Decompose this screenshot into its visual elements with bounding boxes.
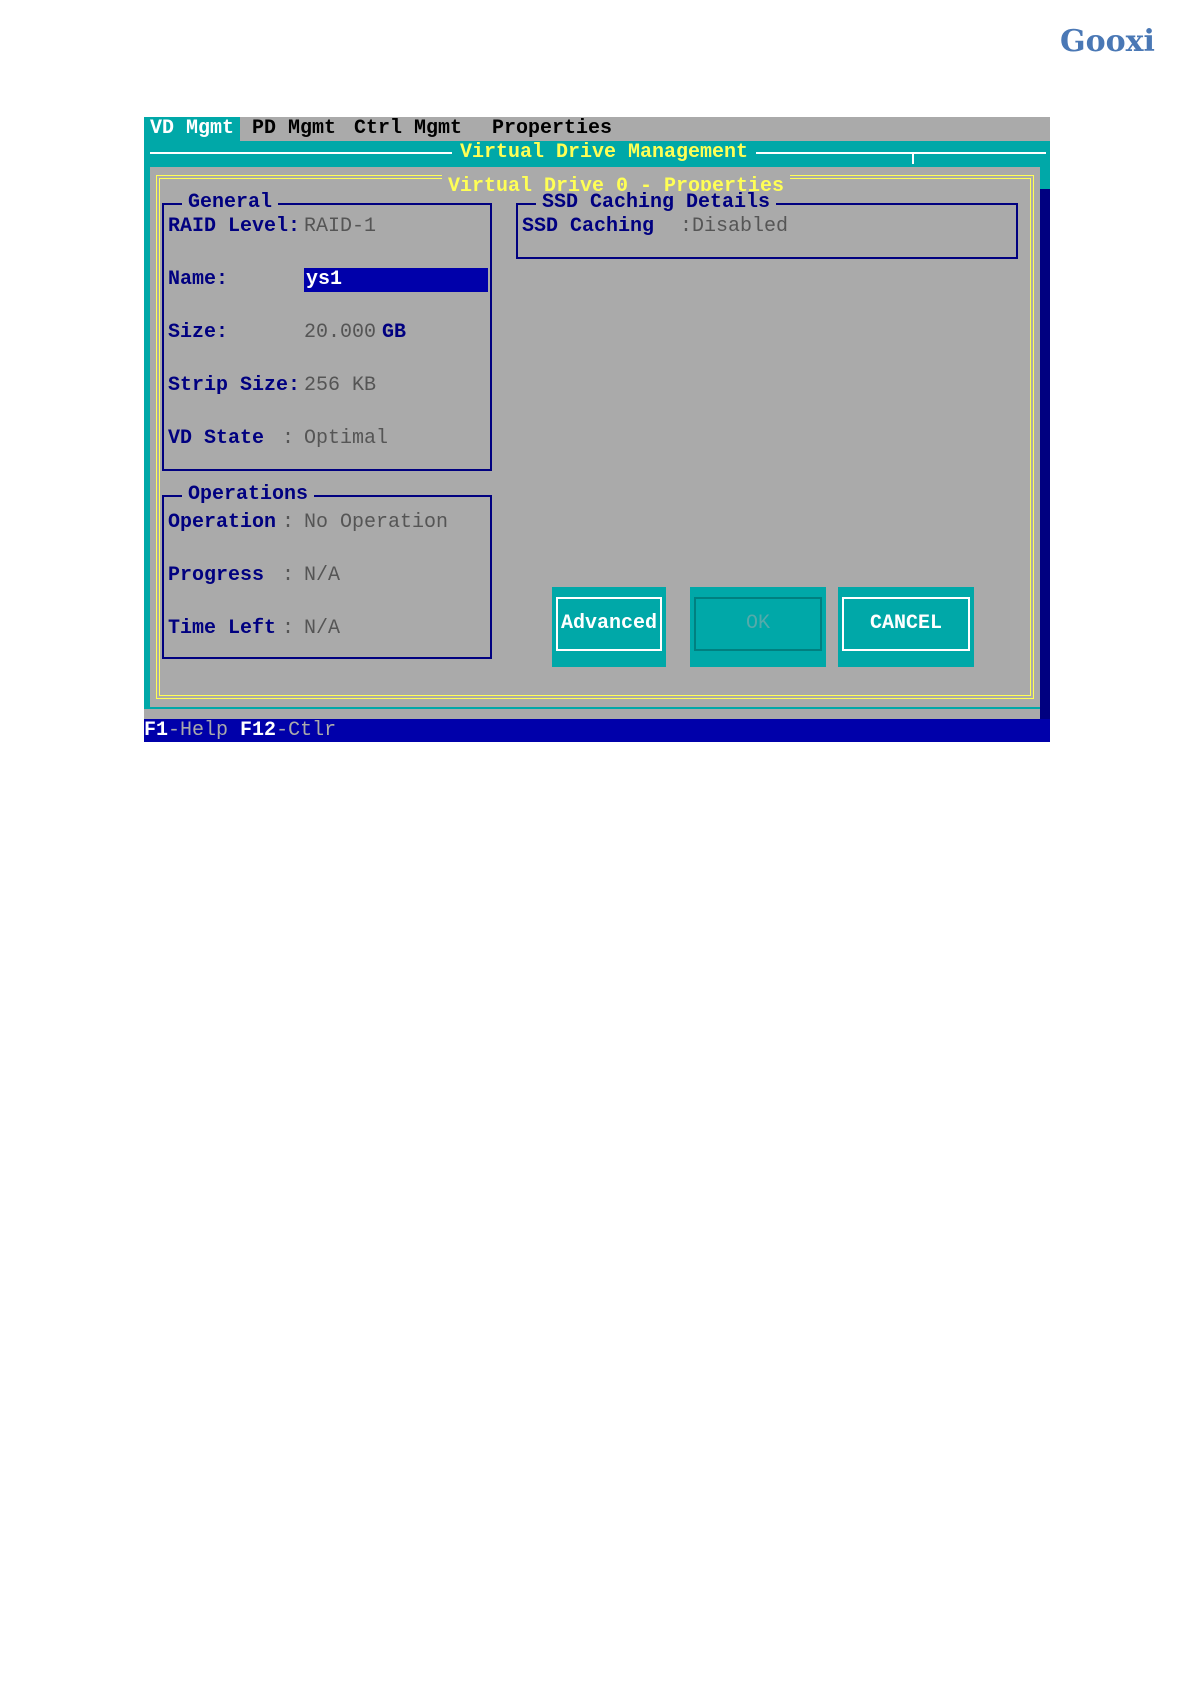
frame-shadow [1040, 189, 1050, 737]
ssd-caching-group-title: SSD Caching Details [536, 191, 777, 215]
menu-properties[interactable]: Properties [486, 117, 618, 141]
operation-label: Operation [168, 511, 277, 534]
brand-logo: Gooxi [1060, 24, 1155, 59]
raid-level-value: RAID-1 [304, 215, 377, 238]
size-label: Size: [168, 321, 229, 344]
strip-size-value: 256 KB [304, 374, 377, 397]
time-left-value: N/A [304, 617, 341, 640]
cancel-button-label: CANCEL [842, 597, 970, 651]
f12-key: F12 [240, 719, 277, 742]
size-value: 20.000 [304, 321, 377, 344]
time-left-separator: : [282, 617, 295, 640]
progress-label: Progress [168, 564, 265, 587]
advanced-button[interactable]: Advanced [552, 587, 666, 667]
menu-vd-mgmt[interactable]: VD Mgmt [144, 117, 241, 141]
advanced-button-label: Advanced [556, 597, 662, 651]
name-field[interactable] [304, 268, 488, 292]
ok-button-label: OK [694, 597, 822, 651]
operation-value: No Operation [304, 511, 449, 534]
menu-pd-mgmt[interactable]: PD Mgmt [246, 117, 342, 141]
general-group: General RAID Level: RAID-1 Name: Size: 2… [162, 191, 492, 471]
window-title: Virtual Drive Management [452, 141, 757, 165]
operations-group-title: Operations [182, 483, 315, 507]
frame-tick [912, 152, 914, 164]
f12-ctlr-text: -Ctlr [276, 719, 337, 742]
general-group-title: General [182, 191, 279, 215]
ssd-caching-label: SSD Caching [522, 215, 655, 238]
progress-separator: : [282, 564, 295, 587]
time-left-label: Time Left [168, 617, 277, 640]
progress-value: N/A [304, 564, 341, 587]
name-label: Name: [168, 268, 229, 291]
cancel-button[interactable]: CANCEL [838, 587, 974, 667]
vd-state-separator: : [282, 427, 295, 450]
raid-level-label: RAID Level: [168, 215, 301, 238]
size-unit: GB [382, 321, 407, 344]
operations-group: Operations Operation : No Operation Prog… [162, 483, 492, 659]
operation-separator: : [282, 511, 295, 534]
f1-help-text: -Help [168, 719, 229, 742]
vd-state-value: Optimal [304, 427, 389, 450]
menu-bar: VD Mgmt PD Mgmt Ctrl Mgmt Properties [144, 117, 1050, 141]
ssd-caching-group: SSD Caching Details SSD Caching :Disable… [516, 191, 1018, 259]
status-bar: F1-Help F12-Ctlr [144, 719, 1050, 742]
vd-state-label: VD State [168, 427, 265, 450]
menu-ctrl-mgmt[interactable]: Ctrl Mgmt [348, 117, 468, 141]
raid-bios-screen: VD Mgmt PD Mgmt Ctrl Mgmt Properties Vir… [144, 117, 1050, 742]
ok-button[interactable]: OK [690, 587, 826, 667]
strip-size-label: Strip Size: [168, 374, 301, 397]
ssd-caching-value: :Disabled [680, 215, 789, 238]
f1-key: F1 [144, 719, 169, 742]
